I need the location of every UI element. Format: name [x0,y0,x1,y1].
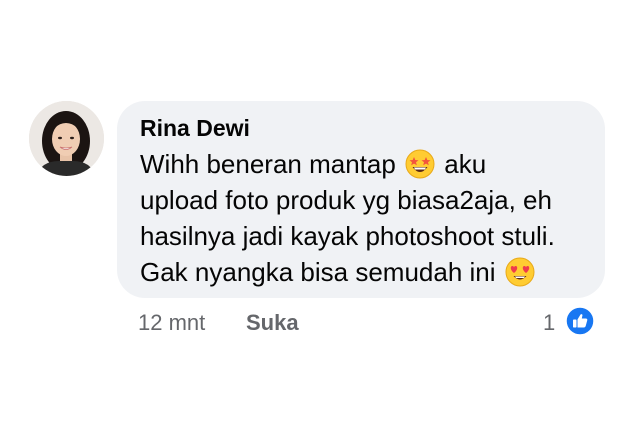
like-button[interactable]: Suka [246,310,299,336]
comment-text-line: Gak nyangka bisa semudah ini [140,254,537,290]
avatar-photo [29,101,104,176]
comment-text-segment: Wihh beneran mantap [140,149,404,179]
comment-text-line: upload foto produk yg biasa2aja, eh [140,185,552,215]
comment-timestamp[interactable]: 12 mnt [138,310,205,336]
thumbs-up-icon[interactable] [565,306,595,336]
comment-text-line: Wihh beneran mantap aku [140,146,486,182]
comment-text-segment: aku [437,149,487,179]
avatar[interactable] [29,101,104,176]
comment-text-line: hasilnya jadi kayak photoshoot stuli. [140,221,555,251]
reaction-count[interactable]: 1 [543,310,555,336]
comment-author[interactable]: Rina Dewi [140,115,250,142]
comment-bubble: Rina Dewi Wihh beneran mantap aku upload… [117,101,605,298]
heart-eyes-emoji [505,257,535,287]
comment-card: Rina Dewi Wihh beneran mantap aku upload… [0,0,640,426]
comment-text-segment: Gak nyangka bisa semudah ini [140,257,503,287]
star-struck-emoji [405,149,435,179]
